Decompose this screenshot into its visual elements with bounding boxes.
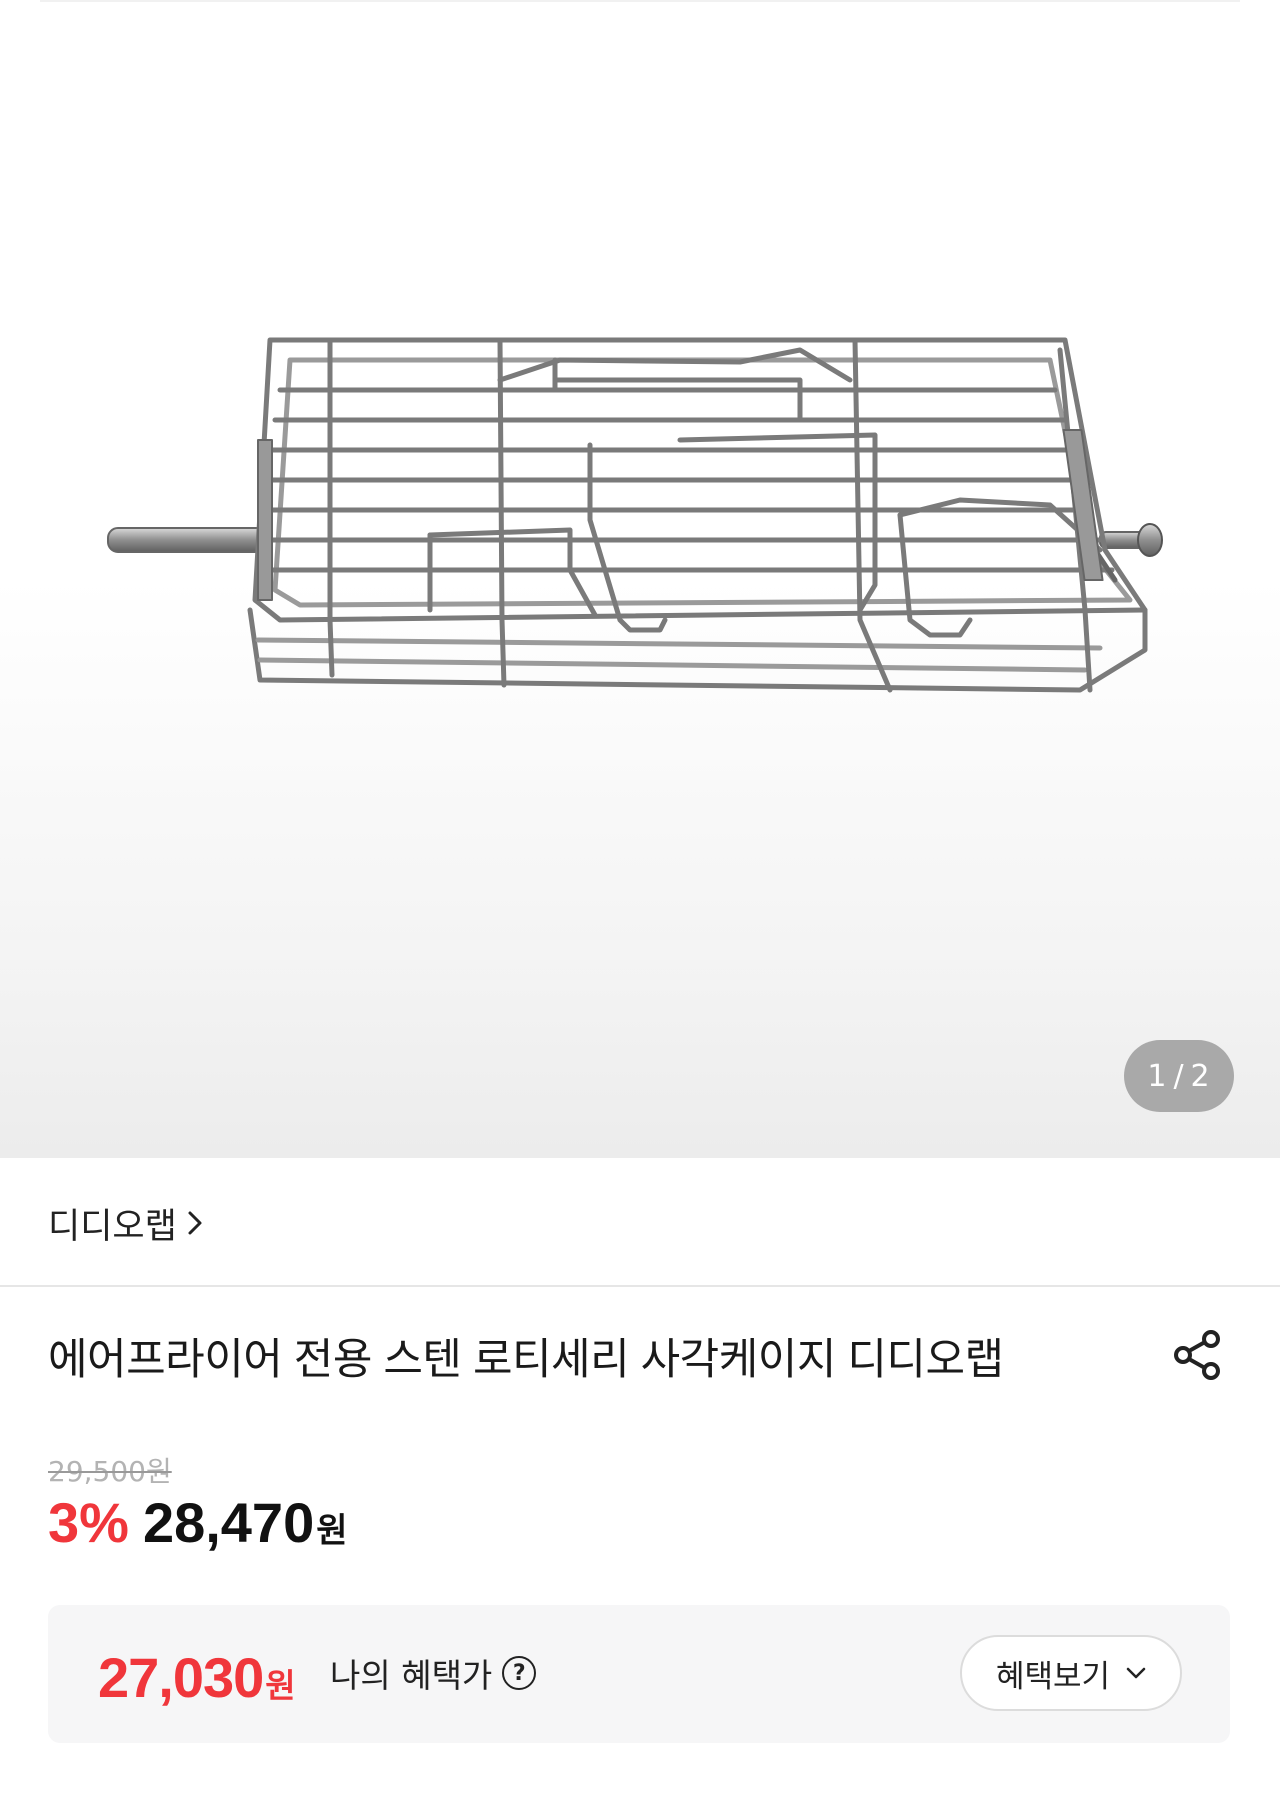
product-image-gallery[interactable]: 1 / 2 <box>0 0 1280 1158</box>
product-title: 에어프라이어 전용 스텐 로티세리 사각케이지 디디오랩 <box>48 1336 1004 1384</box>
price-row: 3% 28,470 원 <box>48 1490 348 1555</box>
discount-rate: 3% <box>48 1491 129 1554</box>
benefit-price: 27,030 원 <box>98 1645 296 1710</box>
chevron-right-icon <box>187 1210 203 1236</box>
view-benefits-button[interactable]: 혜택보기 <box>960 1635 1182 1711</box>
sale-price-unit: 원 <box>316 1512 348 1550</box>
sale-price: 28,470 <box>142 1491 315 1554</box>
benefit-label-text: 나의 혜택가 <box>330 1656 493 1695</box>
section-divider <box>0 1285 1280 1287</box>
share-icon <box>1174 1330 1220 1380</box>
chevron-down-icon <box>1126 1667 1146 1679</box>
product-image <box>107 337 1163 693</box>
total-pages: 2 <box>1190 1058 1211 1094</box>
original-price: 29,500원 <box>48 1455 172 1488</box>
benefit-price-unit: 원 <box>265 1667 296 1704</box>
current-page: 1 <box>1147 1058 1168 1094</box>
benefit-price-box: 27,030 원 나의 혜택가 ? 혜택보기 <box>48 1605 1230 1743</box>
question-circle-icon[interactable]: ? <box>502 1656 537 1690</box>
share-button[interactable] <box>1168 1325 1228 1385</box>
page-separator: / <box>1173 1058 1185 1094</box>
brand-name: 디디오랩 <box>48 1206 177 1247</box>
image-page-indicator: 1 / 2 <box>1124 1040 1234 1112</box>
brand-link[interactable]: 디디오랩 <box>48 1198 203 1248</box>
benefit-label: 나의 혜택가 ? <box>330 1649 537 1697</box>
benefit-price-value: 27,030 <box>98 1646 264 1709</box>
view-benefits-label: 혜택보기 <box>995 1658 1111 1695</box>
gallery-top-divider <box>40 0 1240 2</box>
